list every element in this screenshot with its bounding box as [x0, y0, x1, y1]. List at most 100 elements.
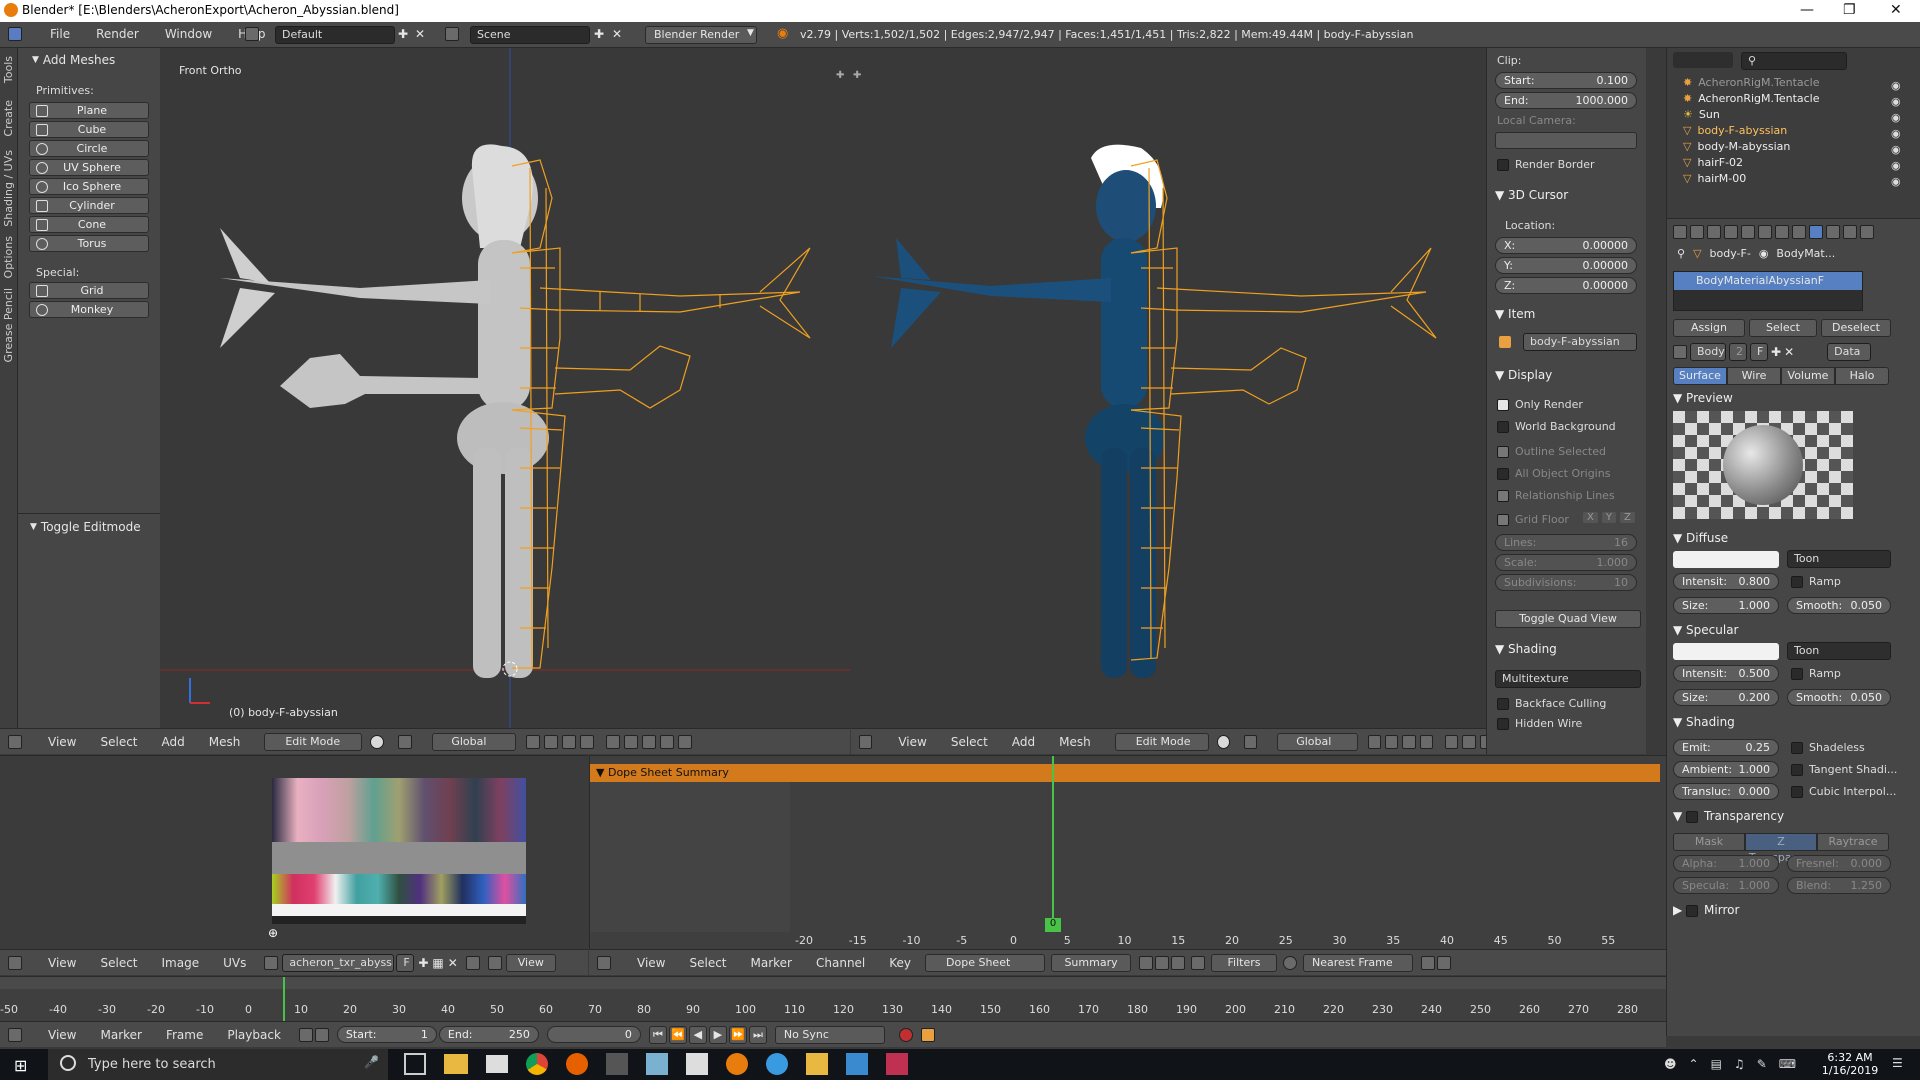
menu-key[interactable]: Key — [889, 956, 911, 970]
microphone-icon[interactable]: 🎤 — [364, 1055, 379, 1069]
split-handle-icon[interactable]: ✚ — [853, 70, 861, 81]
cursor-section[interactable]: ▼ 3D Cursor — [1495, 188, 1568, 202]
outliner-item[interactable]: ✸ AcheronRigM.Tentacle — [1683, 90, 1820, 106]
shading-section[interactable]: ▼ Shading — [1495, 642, 1557, 656]
minimize-icon[interactable]: — — [1800, 2, 1814, 18]
show-hidden-icon[interactable]: ⌃ — [1689, 1057, 1699, 1071]
mode-select[interactable]: Edit Mode — [1114, 732, 1209, 751]
proportional-edit-icon[interactable] — [1445, 734, 1459, 749]
diffuse-size-field[interactable]: Size: 1.000 — [1673, 597, 1779, 614]
only-render-check[interactable]: Only Render — [1497, 398, 1583, 411]
ambient-field[interactable]: Ambient: 1.000 — [1673, 761, 1779, 778]
operator-panel-header[interactable]: ▼ Toggle Editmode — [30, 520, 141, 534]
filters-button[interactable]: Filters — [1211, 953, 1278, 972]
physics-tab-icon[interactable] — [1860, 225, 1874, 239]
play-icon[interactable]: ▶ — [708, 1025, 727, 1044]
pin-icon[interactable]: ⚲ — [1677, 247, 1685, 260]
outliner-item[interactable]: ✸ AcheronRigM.Tentacle — [1683, 74, 1820, 90]
app-icon[interactable] — [886, 1053, 908, 1075]
people-icon[interactable]: ☻ — [1664, 1057, 1677, 1071]
2d-cursor-icon[interactable]: ⊕ — [268, 926, 278, 940]
menu-marker[interactable]: Marker — [100, 1028, 141, 1042]
info-editor-icon[interactable] — [8, 27, 22, 41]
scene-field[interactable]: Scene — [470, 26, 590, 44]
grid-scale-field[interactable]: Scale: 1.000 — [1495, 554, 1637, 571]
blend-field[interactable]: Blend: 1.250 — [1787, 877, 1891, 894]
select-mode-vertex-icon[interactable] — [544, 734, 559, 749]
editor-type-icon[interactable] — [8, 955, 22, 970]
record-icon[interactable] — [898, 1027, 913, 1042]
shading-section[interactable]: ▼ Shading — [1673, 715, 1735, 729]
grid-axis-y[interactable]: Y — [1601, 512, 1616, 523]
image-fake-user-toggle[interactable]: F — [396, 953, 415, 972]
editor-type-icon[interactable] — [8, 1027, 22, 1042]
jump-start-icon[interactable]: ⏮ — [648, 1025, 667, 1044]
current-frame-field[interactable]: 0 — [546, 1026, 641, 1043]
menu-marker[interactable]: Marker — [751, 956, 792, 970]
timeline-ruler[interactable]: -50 -40 -30 -20 -10 0 10 20 30 40 50 60 70 80 90 100 110… — [0, 1001, 1666, 1019]
tab-create[interactable]: Create — [2, 100, 15, 137]
menu-add[interactable]: Add — [162, 735, 185, 749]
link-data-select[interactable]: Data — [1827, 343, 1872, 361]
pivot-icon[interactable] — [398, 734, 413, 749]
editor-type-icon[interactable] — [859, 734, 873, 749]
proportional-icon[interactable] — [1283, 955, 1298, 970]
add-circle-button[interactable]: Circle — [29, 140, 149, 157]
fake-user-toggle[interactable]: F — [1750, 343, 1768, 361]
clip-end-field[interactable]: End: 1000.000 — [1495, 92, 1637, 109]
diffuse-shader-select[interactable]: Toon — [1787, 550, 1891, 568]
lock-range-icon[interactable] — [314, 1027, 329, 1042]
pivot-icon[interactable] — [1243, 734, 1258, 749]
world-tab-icon[interactable] — [1724, 225, 1738, 239]
menu-view[interactable]: View — [48, 1028, 76, 1042]
view-mode-icon[interactable] — [487, 955, 502, 970]
menu-mesh[interactable]: Mesh — [209, 735, 241, 749]
menu-window[interactable]: Window — [165, 27, 212, 41]
end-frame-field[interactable]: End: 250 — [438, 1026, 539, 1043]
viewport-left-canvas[interactable] — [160, 48, 850, 728]
grid-subdivisions-field[interactable]: Subdivisions: 10 — [1495, 574, 1637, 591]
render-engine-select[interactable]: Blender Render — [645, 26, 757, 44]
windows-start-icon[interactable]: ⊞ — [14, 1056, 27, 1075]
tab-z-transparency[interactable]: Z Transpare... — [1745, 833, 1817, 864]
diffuse-section[interactable]: ▼ Diffuse — [1673, 531, 1728, 545]
volume-icon[interactable]: ♫ — [1734, 1057, 1745, 1071]
jump-end-icon[interactable]: ⏭ — [748, 1025, 767, 1044]
app-icon[interactable] — [766, 1053, 788, 1075]
add-torus-button[interactable]: Torus — [29, 235, 149, 252]
only-selected-icon[interactable] — [1139, 955, 1154, 970]
tab-surface[interactable]: Surface — [1673, 367, 1727, 385]
blender-taskbar-icon[interactable] — [726, 1053, 748, 1075]
diffuse-smooth-field[interactable]: Smooth: 0.050 — [1787, 597, 1891, 614]
viewport-shading-icon[interactable] — [1216, 734, 1230, 749]
specular-alpha-field[interactable]: Specula: 1.000 — [1673, 877, 1779, 894]
outliner-search-input[interactable]: ⚲ — [1741, 52, 1847, 70]
grid-axis-x[interactable]: X — [1583, 512, 1598, 523]
opengl-render-icon[interactable] — [678, 734, 693, 749]
viewport-right[interactable]: ✚ — [851, 48, 1493, 728]
paste-keys-icon[interactable] — [1437, 955, 1452, 970]
snap-icon[interactable] — [1462, 734, 1476, 749]
timeline[interactable]: -50 -40 -30 -20 -10 0 10 20 30 40 50 60 70 80 90 100 110… — [0, 976, 1666, 1022]
tab-wire[interactable]: Wire — [1727, 367, 1781, 385]
alpha-field[interactable]: Alpha: 1.000 — [1673, 855, 1779, 872]
tab-mask[interactable]: Mask — [1673, 833, 1745, 851]
open-image-icon[interactable]: ▦ — [432, 956, 443, 970]
new-material-icon[interactable]: ✚ — [1771, 345, 1781, 359]
dopesheet-summary-row[interactable]: ▼ Dope Sheet Summary — [590, 764, 1660, 782]
object-tab-icon[interactable] — [1741, 225, 1755, 239]
remove-layout-icon[interactable]: ✕ — [415, 27, 425, 41]
select-mode-edge-icon[interactable] — [1402, 734, 1416, 749]
image-name-field[interactable]: acheron_txr_abyssi... — [282, 953, 395, 972]
notifications-icon[interactable]: ☰ — [1892, 1056, 1903, 1070]
outliner-item[interactable]: ☀ Sun — [1683, 106, 1820, 122]
view-select[interactable]: View — [505, 953, 556, 972]
toggle-quad-view-button[interactable]: Toggle Quad View — [1495, 610, 1641, 628]
mirror-section[interactable]: ▶ Mirror — [1673, 903, 1739, 917]
taskbar-clock[interactable]: 6:32 AM 1/16/2019 — [1818, 1051, 1882, 1077]
assign-button[interactable]: Assign — [1673, 319, 1745, 337]
editor-type-icon[interactable] — [597, 955, 611, 970]
particles-tab-icon[interactable] — [1843, 225, 1857, 239]
constraints-tab-icon[interactable] — [1758, 225, 1772, 239]
menu-select[interactable]: Select — [100, 956, 137, 970]
